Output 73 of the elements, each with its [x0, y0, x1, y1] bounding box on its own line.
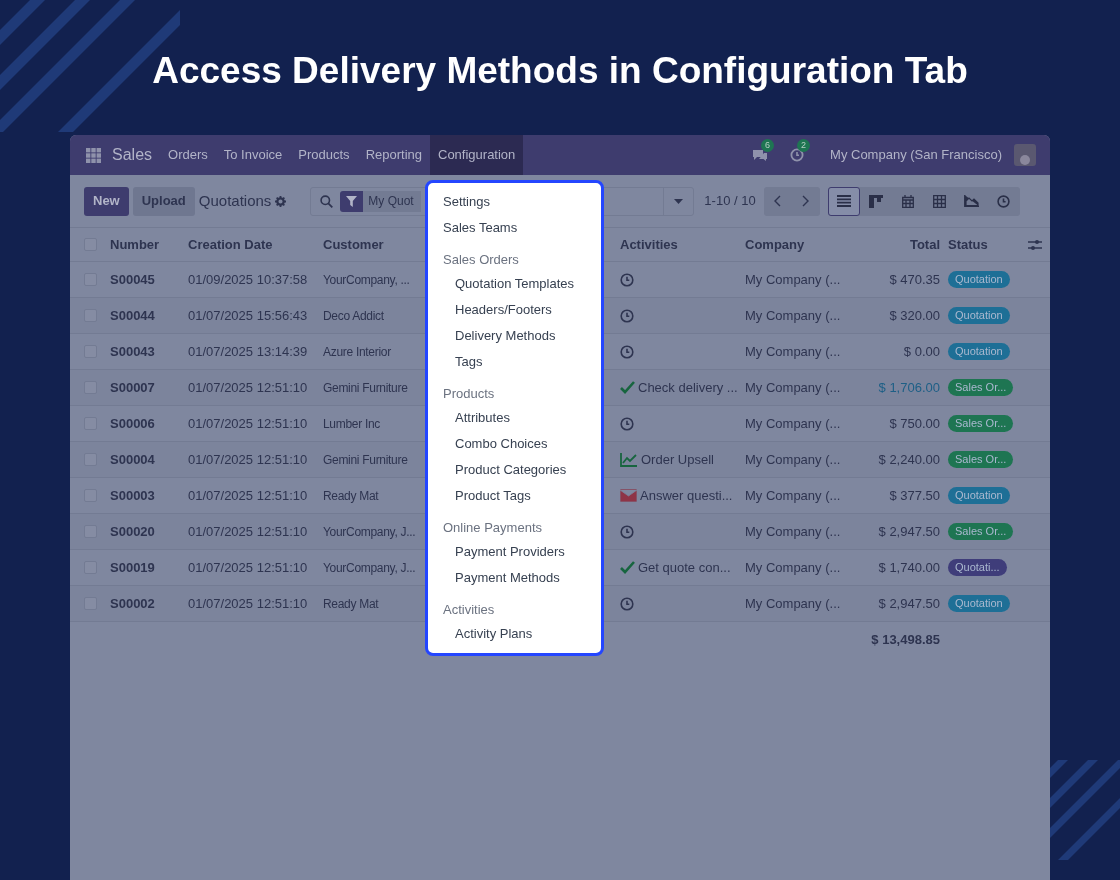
company-name: My Company (... — [745, 414, 840, 433]
customer-name: YourCompany, ... — [323, 271, 411, 289]
creation-date: 01/07/2025 12:51:10 — [188, 378, 309, 397]
order-total: $ 1,740.00 — [878, 558, 940, 577]
total-sum: $ 13,498.85 — [871, 631, 940, 650]
company-name: My Company (... — [745, 594, 840, 613]
creation-date: 01/07/2025 12:51:10 — [188, 450, 309, 469]
company-name: My Company (... — [745, 558, 840, 577]
order-total: $ 470.35 — [889, 270, 940, 289]
customer-name: Deco Addict — [323, 307, 385, 325]
company-name: My Company (... — [745, 306, 840, 325]
status-tag: Quotation — [948, 307, 1010, 324]
customer-name: Gemini Furniture — [323, 451, 409, 469]
customer-name: YourCompany, J... — [323, 559, 417, 577]
status-tag: Quotation — [948, 343, 1010, 360]
menu-section-header: Products — [442, 385, 496, 403]
customer-name: Ready Mat — [323, 595, 380, 613]
creation-date: 01/07/2025 12:51:10 — [188, 594, 309, 613]
activity-summary: Answer questi... — [640, 486, 733, 505]
activity-summary: Order Upsell — [641, 450, 714, 469]
order-total: $ 2,947.50 — [878, 594, 940, 613]
order-total: $ 1,706.00 — [878, 378, 940, 397]
order-number: S00044 — [110, 306, 156, 325]
status-tag: Quotation — [948, 487, 1010, 504]
status-tag: Sales Or... — [948, 523, 1014, 540]
activity-count-badge: 2 — [797, 139, 811, 152]
creation-date: 01/07/2025 12:51:10 — [188, 522, 309, 541]
order-total: $ 0.00 — [903, 342, 940, 361]
status-tag: Sales Or... — [948, 379, 1014, 396]
menu-section-header: Online Payments — [442, 519, 543, 537]
order-number: S00043 — [110, 342, 156, 361]
order-number: S00019 — [110, 558, 156, 577]
order-number: S00007 — [110, 378, 156, 397]
activity-summary: Check delivery ... — [638, 378, 738, 397]
status-tag: Quotation — [948, 271, 1010, 288]
order-number: S00006 — [110, 414, 156, 433]
creation-date: 01/07/2025 12:51:10 — [188, 486, 309, 505]
menu-section-header: Sales Orders — [442, 251, 520, 269]
page-title: Quotations — [198, 190, 272, 211]
customer-name: Gemini Furniture — [323, 379, 409, 397]
customer-name: Lumber Inc — [323, 415, 382, 433]
creation-date: 01/07/2025 12:51:10 — [188, 414, 309, 433]
creation-date: 01/07/2025 12:51:10 — [188, 558, 309, 577]
order-number: S00004 — [110, 450, 156, 469]
status-tag: Quotation — [948, 595, 1010, 612]
company-name: My Company (... — [745, 486, 840, 505]
status-tag: Quotati... — [948, 559, 1007, 576]
company-name: My Company (... — [745, 450, 840, 469]
activity-summary: Get quote con... — [638, 558, 731, 577]
customer-name: Azure Interior — [323, 343, 392, 361]
company-name: My Company (... — [745, 378, 840, 397]
order-total: $ 750.00 — [889, 414, 940, 433]
order-number: S00002 — [110, 594, 156, 613]
order-total: $ 2,947.50 — [878, 522, 940, 541]
creation-date: 01/09/2025 10:37:58 — [188, 270, 309, 289]
order-total: $ 377.50 — [889, 486, 940, 505]
company-name: My Company (... — [745, 342, 840, 361]
order-total: $ 320.00 — [889, 306, 940, 325]
creation-date: 01/07/2025 13:14:39 — [188, 342, 309, 361]
creation-date: 01/07/2025 15:56:43 — [188, 306, 309, 325]
company-name: My Company (... — [745, 270, 840, 289]
status-tag: Sales Or... — [948, 415, 1014, 432]
menu-section-header: Activities — [442, 601, 496, 619]
customer-name: YourCompany, J... — [323, 523, 417, 541]
company-name: My Company (... — [745, 522, 840, 541]
message-count-badge: 6 — [761, 139, 775, 152]
order-total: $ 2,240.00 — [878, 450, 940, 469]
order-number: S00003 — [110, 486, 156, 505]
page-heading: Access Delivery Methods in Configuration Tab — [152, 49, 968, 93]
status-tag: Sales Or... — [948, 451, 1014, 468]
customer-name: Ready Mat — [323, 487, 380, 505]
order-number: S00020 — [110, 522, 156, 541]
order-number: S00045 — [110, 270, 156, 289]
